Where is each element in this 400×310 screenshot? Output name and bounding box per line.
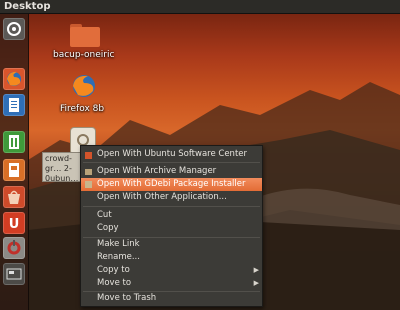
menu-item-label: Open With Archive Manager	[97, 166, 217, 176]
launcher: U	[0, 14, 29, 310]
firefox-icon	[73, 75, 95, 97]
top-panel: Desktop	[0, 0, 400, 14]
menu-item-label: Move to	[97, 278, 132, 288]
panel-title: Desktop	[4, 1, 51, 12]
dash-home-icon[interactable]	[3, 18, 25, 40]
menu-item-label: Make Link	[97, 239, 140, 249]
menu-item-label: Open With Other Application...	[97, 192, 227, 202]
menu-item-move-to-trash[interactable]: Move to Trash	[81, 292, 262, 305]
desktop-icon-label: Firefox 8b	[60, 104, 105, 114]
system-settings-icon[interactable]	[3, 237, 25, 259]
menu-item-open-software-center[interactable]: Open With Ubuntu Software Center	[81, 148, 262, 161]
menu-item-open-archive-manager[interactable]: Open With Archive Manager	[81, 165, 262, 178]
gdebi-icon	[85, 181, 92, 188]
archive-manager-icon	[85, 169, 92, 175]
menu-item-cut[interactable]: Cut	[81, 209, 262, 222]
menu-item-copy[interactable]: Copy	[81, 222, 262, 235]
desktop-icon-label: bacup-oneiric	[53, 50, 115, 60]
menu-separator	[83, 162, 260, 163]
folder-icon	[70, 27, 100, 47]
libreoffice-impress-icon[interactable]	[3, 159, 25, 181]
context-menu: Open With Ubuntu Software Center Open Wi…	[80, 145, 263, 307]
menu-item-rename[interactable]: Rename...	[81, 251, 262, 264]
svg-text:U: U	[9, 217, 20, 232]
menu-item-open-gdebi[interactable]: Open With GDebi Package Installer	[81, 178, 262, 191]
libreoffice-writer-icon[interactable]	[3, 94, 25, 116]
menu-item-label: Move to Trash	[97, 293, 157, 303]
menu-item-label: Copy	[97, 223, 119, 233]
menu-item-label: Open With GDebi Package Installer	[97, 179, 246, 189]
menu-separator	[83, 206, 260, 207]
ubuntu-software-center-icon[interactable]	[3, 186, 25, 208]
menu-item-label: Rename...	[97, 252, 140, 262]
libreoffice-calc-icon[interactable]	[3, 131, 25, 153]
firefox-icon[interactable]	[3, 68, 25, 90]
menu-item-move-to[interactable]: Move to ▶	[81, 277, 262, 290]
submenu-arrow-icon: ▶	[253, 279, 259, 287]
submenu-arrow-icon: ▶	[253, 266, 259, 274]
menu-item-label: Cut	[97, 210, 112, 220]
software-center-icon	[85, 152, 92, 159]
menu-item-copy-to[interactable]: Copy to ▶	[81, 264, 262, 277]
menu-item-label: Copy to	[97, 265, 130, 275]
menu-item-open-other-application[interactable]: Open With Other Application...	[81, 191, 262, 204]
menu-item-label: Open With Ubuntu Software Center	[97, 149, 247, 159]
workspace-switcher-icon[interactable]	[3, 263, 25, 285]
ubuntu-one-icon[interactable]: U	[3, 212, 25, 234]
menu-item-make-link[interactable]: Make Link	[81, 238, 262, 251]
